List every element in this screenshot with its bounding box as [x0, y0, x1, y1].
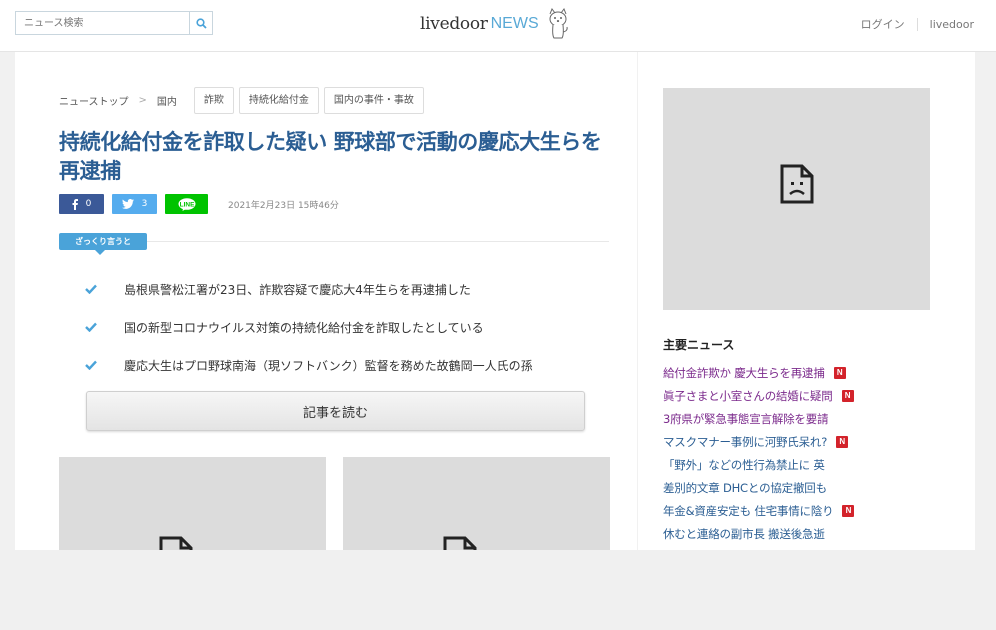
search-icon [195, 17, 207, 29]
summary-point: 国の新型コロナウイルス対策の持続化給付金を詐取したとしている [85, 308, 533, 346]
header-links: ログイン livedoor [861, 16, 974, 32]
check-icon [85, 284, 99, 294]
line-share-button[interactable]: LINE [165, 194, 208, 214]
site-header: livedoor NEWS ログイン livedoor [0, 0, 996, 52]
news-item[interactable]: 眞子さまと小室さんの結婚に疑問 N [663, 384, 854, 407]
summary-points: 島根県警松江署が23日、詐欺容疑で慶応大4年生らを再逮捕した 国の新型コロナウイ… [85, 270, 533, 384]
page-bottom-area [0, 550, 996, 630]
dog-mascot-icon [549, 8, 568, 39]
breadcrumb-news-top[interactable]: ニューストップ [59, 93, 129, 108]
article-title: 持続化給付金を詐取した疑い 野球部で活動の慶応大生らを再逮捕 [59, 130, 602, 183]
tag-subsidy[interactable]: 持続化給付金 [238, 87, 319, 114]
new-badge: N [833, 366, 846, 379]
news-item[interactable]: 休むと連絡の副市長 搬送後急逝 [663, 522, 854, 545]
facebook-share-button[interactable]: 0 [59, 194, 104, 214]
tag-incidents[interactable]: 国内の事件・事故 [323, 87, 424, 114]
breadcrumb: ニューストップ > 国内 詐欺 持続化給付金 国内の事件・事故 [59, 87, 424, 114]
svg-text:LINE: LINE [179, 201, 194, 208]
summary-point-text: 慶応大生はプロ野球南海（現ソフトバンク）監督を務めた故鶴岡一人氏の孫 [124, 358, 533, 373]
news-item[interactable]: 「野外」などの性行為禁止に 英 [663, 453, 854, 476]
breadcrumb-separator: > [138, 95, 147, 106]
search-button[interactable] [189, 12, 212, 34]
summary-point: 島根県警松江署が23日、詐欺容疑で慶応大4年生らを再逮捕した [85, 270, 533, 308]
twitter-count: 3 [141, 199, 148, 209]
tag-fraud[interactable]: 詐欺 [193, 87, 234, 114]
news-item-text[interactable]: 休むと連絡の副市長 搬送後急逝 [663, 526, 825, 542]
twitter-share-button[interactable]: 3 [112, 194, 157, 214]
ad-placeholder[interactable] [663, 88, 930, 310]
facebook-count: 0 [85, 199, 92, 209]
search-input[interactable] [16, 12, 190, 34]
news-item[interactable]: 給付金詐欺か 慶大生らを再逮捕 N [663, 361, 854, 384]
line-icon: LINE [178, 197, 195, 211]
related-thumbnail[interactable] [59, 457, 326, 557]
news-item-text[interactable]: 眞子さまと小室さんの結婚に疑問 [663, 388, 833, 404]
summary-label: ざっくり言うと [59, 233, 147, 255]
sidebar: 主要ニュース 給付金詐欺か 慶大生らを再逮捕 N 眞子さまと小室さんの結婚に疑問 N… [638, 52, 975, 550]
broken-image-icon [780, 164, 814, 204]
search-box [15, 11, 213, 35]
news-item-text[interactable]: 「野外」などの性行為禁止に 英 [663, 457, 825, 473]
logo-news: NEWS [490, 15, 539, 32]
login-link[interactable]: ログイン [861, 16, 905, 32]
major-news-list: 給付金詐欺か 慶大生らを再逮捕 N 眞子さまと小室さんの結婚に疑問 N 3府県が緊急… [663, 361, 855, 545]
new-badge: N [842, 504, 855, 517]
news-item[interactable]: 差別的文章 DHCとの協定撤回も [663, 476, 854, 499]
news-item-text[interactable]: 年金&資産安定も 住宅事情に陰り [663, 503, 834, 519]
check-icon [85, 322, 99, 332]
read-article-button[interactable]: 記事を読む [86, 391, 585, 431]
summary-point-text: 島根県警松江署が23日、詐欺容疑で慶応大4年生らを再逮捕した [124, 282, 471, 297]
news-item[interactable]: 3府県が緊急事態宣言解除を要請 [663, 407, 854, 430]
news-item[interactable]: マスクマナー事例に河野氏呆れ? N [663, 430, 854, 453]
new-badge: N [836, 435, 849, 448]
major-news-heading: 主要ニュース [663, 338, 735, 352]
summary-point-text: 国の新型コロナウイルス対策の持続化給付金を詐取したとしている [124, 320, 484, 335]
summary-point: 慶応大生はプロ野球南海（現ソフトバンク）監督を務めた故鶴岡一人氏の孫 [85, 346, 533, 384]
related-thumbnail[interactable] [343, 457, 610, 557]
publish-date: 2021年2月23日 15時46分 [228, 200, 339, 211]
news-item-text[interactable]: 差別的文章 DHCとの協定撤回も [663, 480, 827, 496]
check-icon [85, 360, 99, 370]
news-item-text[interactable]: 3府県が緊急事態宣言解除を要請 [663, 411, 829, 427]
news-item[interactable]: 年金&資産安定も 住宅事情に陰り N [663, 499, 855, 522]
summary-divider [147, 241, 609, 242]
new-badge: N [841, 389, 854, 402]
news-item-text[interactable]: 給付金詐欺か 慶大生らを再逮捕 [663, 365, 825, 381]
logo-livedoor: livedoor [420, 14, 488, 34]
site-logo[interactable]: livedoor NEWS [420, 8, 571, 40]
facebook-icon [72, 198, 78, 210]
news-item-text[interactable]: マスクマナー事例に河野氏呆れ? [663, 434, 827, 450]
header-divider [916, 17, 918, 31]
article-column: ニューストップ > 国内 詐欺 持続化給付金 国内の事件・事故 持続化給付金を詐… [15, 52, 637, 557]
twitter-icon [121, 199, 134, 209]
breadcrumb-domestic[interactable]: 国内 [157, 93, 177, 108]
share-bar: 0 3 LINE 2021年2月23日 15時46分 [59, 194, 339, 214]
livedoor-link[interactable]: livedoor [930, 18, 974, 31]
